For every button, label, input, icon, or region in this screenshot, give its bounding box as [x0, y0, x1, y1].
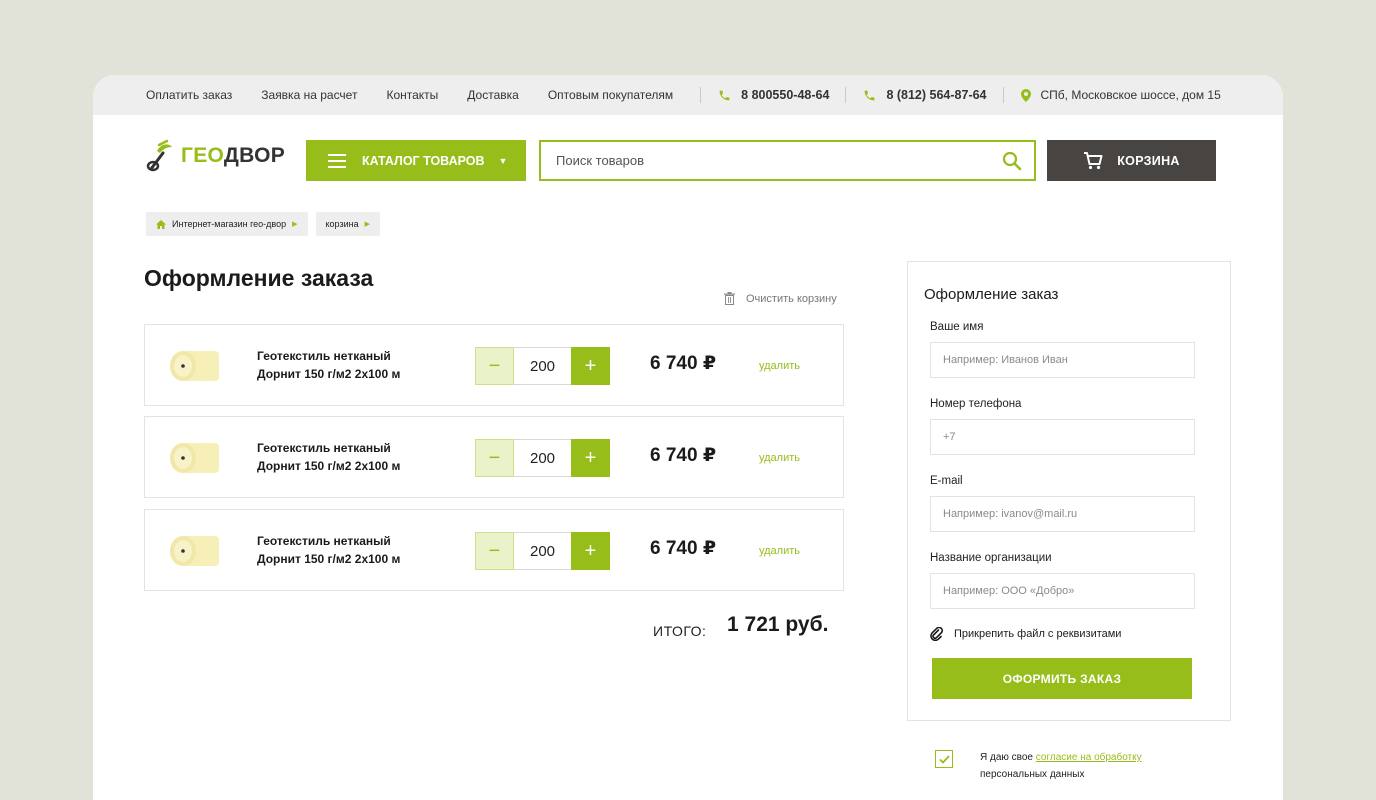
phone-link-2[interactable]: 8 (812) 564-87-64 [863, 88, 987, 102]
cart-label: КОРЗИНА [1117, 153, 1180, 168]
search-icon[interactable] [1002, 151, 1022, 171]
form-title: Оформление заказ [924, 286, 1059, 303]
logo-roll-icon [146, 139, 172, 172]
header: ГЕОДВОР КАТАЛОГ ТОВАРОВ ▼ КОРЗИНА [93, 115, 1283, 215]
divider [845, 87, 847, 103]
clear-cart-button[interactable]: Очистить корзину [724, 292, 837, 305]
clear-cart-label: Очистить корзину [746, 292, 837, 305]
cart-item: Геотекстиль нетканый Дорнит 150 г/м2 2х10… [144, 416, 844, 498]
product-name[interactable]: Геотекстиль нетканый Дорнит 150 г/м2 2х10… [257, 439, 400, 475]
logo-text: ГЕОДВОР [181, 144, 286, 167]
catalog-label: КАТАЛОГ ТОВАРОВ [362, 153, 485, 168]
cart-item: Геотекстиль нетканый Дорнит 150 г/м2 2х10… [144, 324, 844, 406]
logo[interactable]: ГЕОДВОР [145, 139, 285, 173]
email-field[interactable] [930, 496, 1195, 532]
browser-window: Оплатить заказ Заявка на расчет Контакты… [93, 75, 1283, 800]
submit-order-button[interactable]: ОФОРМИТЬ ЗАКАЗ [932, 658, 1192, 699]
breadcrumb-home[interactable]: Интернет-магазин гео-двор ▶ [146, 212, 308, 236]
item-price: 6 740 ₽ [650, 353, 717, 374]
search-bar [539, 140, 1036, 181]
cart-item: Геотекстиль нетканый Дорнит 150 г/м2 2х10… [144, 509, 844, 591]
quantity-stepper: − 200 + [475, 532, 610, 570]
catalog-button[interactable]: КАТАЛОГ ТОВАРОВ ▼ [306, 140, 526, 181]
phone-number-1: 8 800550-48-64 [741, 88, 830, 102]
address[interactable]: СПб, Московское шоссе, дом 15 [1020, 88, 1221, 102]
address-text: СПб, Московское шоссе, дом 15 [1040, 88, 1221, 102]
home-icon [156, 219, 166, 229]
map-pin-icon [1020, 88, 1031, 102]
increase-button[interactable]: + [571, 532, 610, 570]
breadcrumb-home-label: Интернет-магазин гео-двор [172, 219, 287, 229]
total-value: 1 721 руб. [727, 613, 829, 636]
item-price: 6 740 ₽ [650, 445, 717, 466]
phone-label: Номер телефона [930, 398, 1022, 410]
increase-button[interactable]: + [571, 347, 610, 385]
name-label: Ваше имя [930, 321, 984, 333]
quantity-stepper: − 200 + [475, 439, 610, 477]
org-label: Название организации [930, 552, 1052, 564]
name-field[interactable] [930, 342, 1195, 378]
decrease-button[interactable]: − [475, 532, 514, 570]
topbar-link-contacts[interactable]: Контакты [386, 88, 438, 102]
checkmark-icon [938, 754, 950, 764]
cart-button[interactable]: КОРЗИНА [1047, 140, 1216, 181]
product-name[interactable]: Геотекстиль нетканый Дорнит 150 г/м2 2х10… [257, 347, 400, 383]
phone-link-1[interactable]: 8 800550-48-64 [718, 88, 829, 102]
quantity-value[interactable]: 200 [514, 532, 571, 570]
quantity-value[interactable]: 200 [514, 347, 571, 385]
cart-icon [1084, 151, 1103, 169]
hamburger-icon [328, 153, 346, 168]
consent-link[interactable]: согласие на обработку [1036, 752, 1142, 763]
consent-checkbox[interactable] [935, 750, 953, 768]
arrow-right-icon: ▶ [364, 221, 370, 228]
consent-text: Я даю свое согласие на обработку персона… [980, 752, 1142, 780]
product-name[interactable]: Геотекстиль нетканый Дорнит 150 г/м2 2х10… [257, 532, 400, 568]
search-input[interactable] [556, 153, 1034, 168]
product-image [170, 443, 219, 473]
consent-block: Я даю свое согласие на обработку персона… [935, 749, 1142, 783]
product-image [170, 351, 219, 381]
phone-number-2: 8 (812) 564-87-64 [886, 88, 987, 102]
org-field[interactable] [930, 573, 1195, 609]
delete-link[interactable]: удалить [759, 360, 800, 372]
page-title: Оформление заказа [144, 265, 374, 291]
topbar-link-request[interactable]: Заявка на расчет [261, 88, 357, 102]
phone-field[interactable] [930, 419, 1195, 455]
order-form: Оформление заказ Ваше имя Номер телефона… [907, 261, 1231, 721]
email-label: E-mail [930, 475, 963, 487]
decrease-button[interactable]: − [475, 439, 514, 477]
topbar-link-pay[interactable]: Оплатить заказ [146, 88, 232, 102]
caret-down-icon: ▼ [498, 155, 508, 166]
product-image [170, 536, 219, 566]
quantity-value[interactable]: 200 [514, 439, 571, 477]
divider [1002, 87, 1004, 103]
attach-label: Прикрепить файл с реквизитами [954, 628, 1122, 640]
top-bar: Оплатить заказ Заявка на расчет Контакты… [93, 75, 1283, 115]
topbar-link-delivery[interactable]: Доставка [467, 88, 519, 102]
attach-file-button[interactable]: Прикрепить файл с реквизитами [930, 627, 1121, 641]
phone-icon [865, 90, 875, 100]
delete-link[interactable]: удалить [759, 452, 800, 464]
paperclip-icon [930, 627, 943, 641]
delete-link[interactable]: удалить [759, 545, 800, 557]
quantity-stepper: − 200 + [475, 347, 610, 385]
breadcrumb-cart[interactable]: корзина ▶ [315, 212, 380, 236]
decrease-button[interactable]: − [475, 347, 514, 385]
trash-icon [724, 292, 735, 305]
total-label: ИТОГО: [653, 623, 707, 639]
breadcrumb: Интернет-магазин гео-двор ▶ корзина ▶ [146, 212, 388, 236]
increase-button[interactable]: + [571, 439, 610, 477]
phone-icon [719, 90, 730, 100]
breadcrumb-cart-label: корзина [325, 219, 359, 229]
divider [700, 87, 702, 103]
item-price: 6 740 ₽ [650, 538, 717, 559]
topbar-link-wholesale[interactable]: Оптовым покупателям [548, 88, 673, 102]
arrow-right-icon: ▶ [292, 221, 298, 228]
